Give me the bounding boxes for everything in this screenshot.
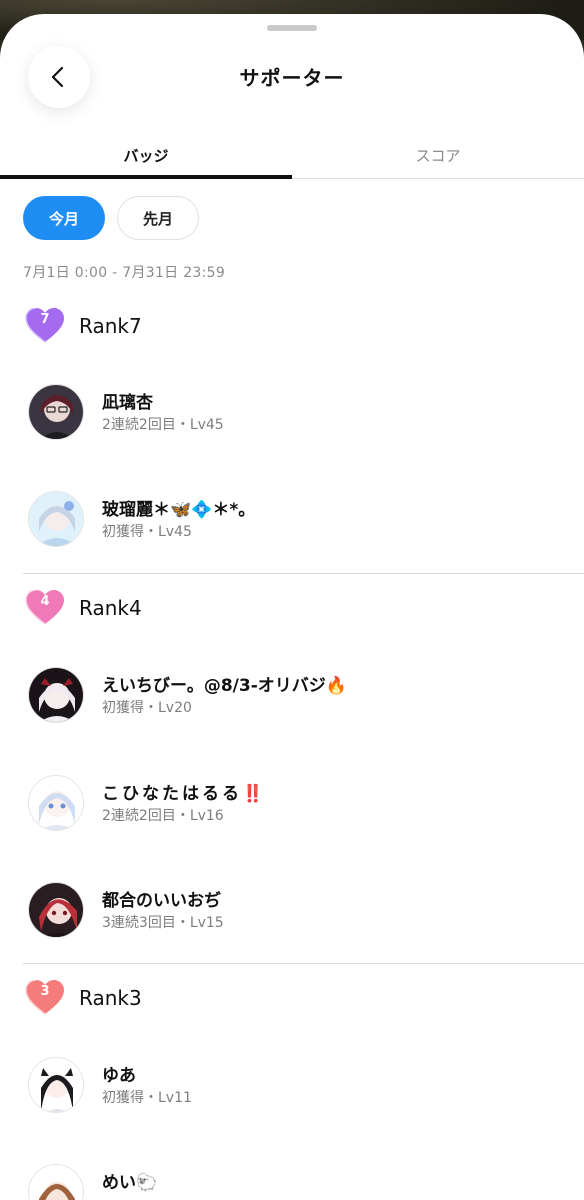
supporter-meta: 3連続3回目・Lv15 [102, 915, 224, 931]
supporter-name: えいちびー。@8/3-オリバジ🔥 [102, 676, 347, 696]
rank-header-3: 3 Rank3 [25, 980, 142, 1016]
tab-indicator [0, 175, 292, 179]
avatar[interactable] [28, 491, 84, 547]
supporter-meta: 初獲得・Lv45 [102, 524, 192, 540]
avatar[interactable] [28, 384, 84, 440]
rank-label: Rank4 [79, 596, 142, 620]
heart-badge-icon: 7 [25, 308, 65, 344]
supporter-meta: 2連続2回目・Lv16 [102, 808, 224, 824]
heart-badge-icon: 3 [25, 980, 65, 1016]
section-divider [23, 963, 584, 964]
avatar[interactable] [28, 1057, 84, 1113]
supporter-name: めい🐑 [102, 1173, 158, 1193]
supporter-row[interactable]: 凪璃杏 2連続2回目・Lv45 [28, 384, 568, 442]
supporter-row[interactable]: めい🐑 [28, 1164, 568, 1200]
supporter-name: 玻瑠麗＊🦋💠＊*。 [102, 500, 256, 520]
tab-bar: バッジ スコア [0, 132, 584, 179]
date-range: 7月1日 0:00 - 7月31日 23:59 [23, 265, 226, 281]
avatar[interactable] [28, 882, 84, 938]
page-title: サポーター [239, 66, 345, 90]
supporter-row[interactable]: 都合のいいおぢ 3連続3回目・Lv15 [28, 882, 568, 940]
supporter-meta: 2連続2回目・Lv45 [102, 417, 224, 433]
supporter-meta: 初獲得・Lv11 [102, 1090, 192, 1106]
avatar[interactable] [28, 667, 84, 723]
supporter-name: 都合のいいおぢ [102, 891, 221, 911]
tab-badges[interactable]: バッジ [0, 132, 292, 178]
supporter-row[interactable]: えいちびー。@8/3-オリバジ🔥 初獲得・Lv20 [28, 667, 568, 725]
avatar[interactable] [28, 775, 84, 831]
rank-label: Rank7 [79, 314, 142, 338]
supporter-name: 凪璃杏 [102, 393, 153, 413]
filter-last-month[interactable]: 先月 [117, 196, 199, 240]
section-divider [23, 573, 584, 574]
filter-this-month[interactable]: 今月 [23, 196, 105, 240]
tab-score[interactable]: スコア [292, 132, 584, 178]
supporter-row[interactable]: ゆあ 初獲得・Lv11 [28, 1057, 568, 1115]
supporter-name: こひなたはるる‼️ [102, 784, 267, 804]
supporter-row[interactable]: 玻瑠麗＊🦋💠＊*。 初獲得・Lv45 [28, 491, 568, 549]
supporter-row[interactable]: こひなたはるる‼️ 2連続2回目・Lv16 [28, 775, 568, 833]
supporter-name: ゆあ [102, 1066, 136, 1086]
rank-header-7: 7 Rank7 [25, 308, 142, 344]
supporter-meta: 初獲得・Lv20 [102, 700, 192, 716]
avatar[interactable] [28, 1164, 84, 1200]
supporters-sheet: サポーター バッジ スコア 今月 先月 7月1日 0:00 - 7月31日 23… [0, 14, 584, 1200]
sheet-grabber[interactable] [267, 25, 317, 31]
rank-label: Rank3 [79, 986, 142, 1010]
heart-badge-icon: 4 [25, 590, 65, 626]
rank-header-4: 4 Rank4 [25, 590, 142, 626]
